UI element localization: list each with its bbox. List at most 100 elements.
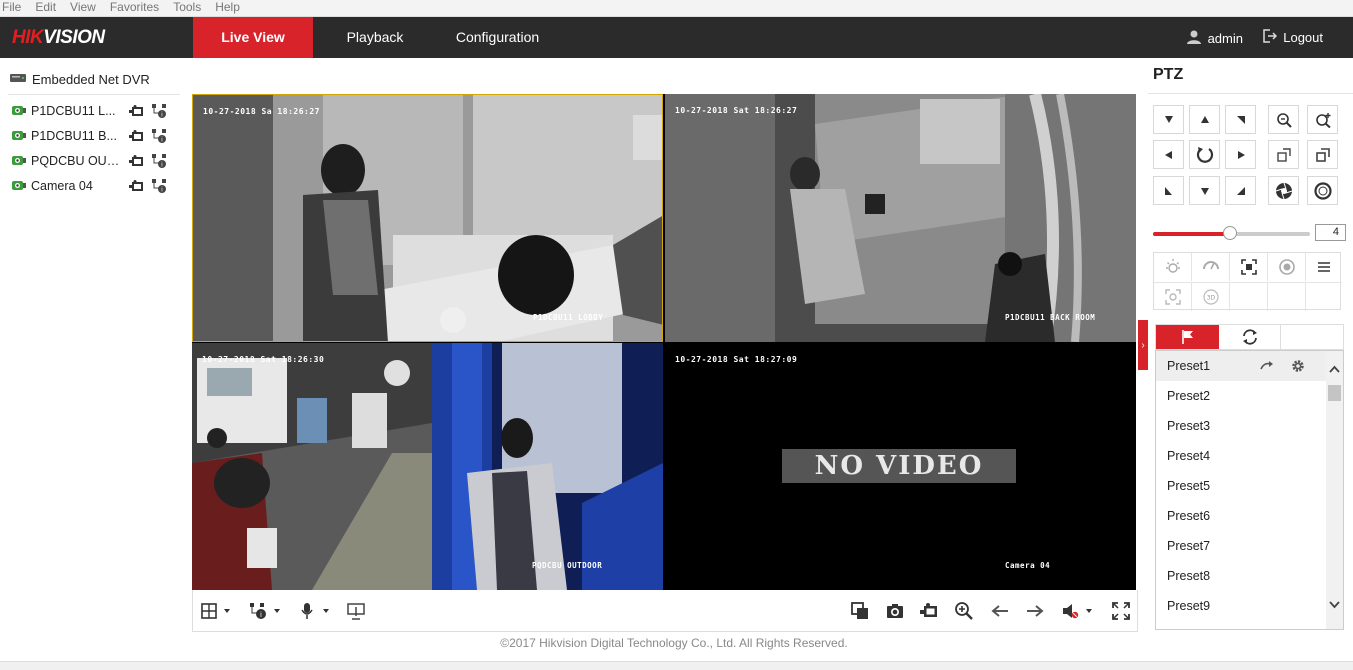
tab-pattern[interactable] <box>1281 325 1343 349</box>
focus-near-button[interactable] <box>1268 140 1299 169</box>
zoom-in-button[interactable] <box>955 601 973 621</box>
menu-edit[interactable]: Edit <box>33 0 62 16</box>
camera-item-3[interactable]: PQDCBU OUT... i <box>12 151 172 171</box>
preset-label: Preset4 <box>1167 449 1211 463</box>
ptz-down-right-button[interactable] <box>1225 176 1256 205</box>
ptz-down-left-button[interactable] <box>1153 176 1184 205</box>
preset-label: Preset1 <box>1167 359 1211 373</box>
auxiliary-focus-button[interactable] <box>1154 283 1192 311</box>
window-split-button[interactable] <box>201 601 231 621</box>
wiper-button[interactable] <box>1192 253 1230 281</box>
iris-open-button[interactable] <box>1307 176 1338 205</box>
next-page-button[interactable] <box>1026 601 1044 621</box>
zoom-out-button[interactable] <box>1268 105 1299 134</box>
lens-init-icon <box>1278 259 1295 275</box>
video-window-1[interactable]: 10-27-2018 Sa 18:26:27 P1DCBU11 LOBBY <box>192 94 663 342</box>
tree-root-dvr[interactable]: Embedded Net DVR <box>10 72 150 87</box>
menu-button[interactable] <box>1306 253 1342 281</box>
stop-all-button[interactable] <box>851 601 869 621</box>
menu-file[interactable]: File <box>0 0 27 16</box>
record-icon[interactable] <box>129 105 145 117</box>
tab-playback[interactable]: Playback <box>330 17 420 58</box>
gear-icon[interactable] <box>1291 359 1305 373</box>
ptz-icon[interactable]: i <box>151 103 167 119</box>
preset-item-8[interactable]: Preset8 <box>1156 561 1328 591</box>
preset-item-7[interactable]: Preset7 <box>1156 531 1328 561</box>
fullscreen-button[interactable] <box>1112 601 1130 621</box>
camera-item-1[interactable]: P1DCBU11 L... i <box>12 101 172 121</box>
preset-item-2[interactable]: Preset2 <box>1156 381 1328 411</box>
menu-view[interactable]: View <box>68 0 102 16</box>
digital-zoom-button[interactable] <box>347 601 365 621</box>
scroll-thumb[interactable] <box>1328 385 1341 401</box>
record-button[interactable] <box>920 601 938 621</box>
ptz-speed-handle[interactable] <box>1222 226 1237 240</box>
ptz-toolbar-button[interactable]: i <box>249 601 283 621</box>
menu-favorites[interactable]: Favorites <box>108 0 165 16</box>
menu-help[interactable]: Help <box>213 0 246 16</box>
ptz-up-right-button[interactable] <box>1225 105 1256 134</box>
video-window-3[interactable]: 10-27-2018 Sat 18:26:30 PQDCBU OUTDOOR <box>192 343 663 590</box>
user-menu[interactable]: admin <box>1186 29 1243 48</box>
record-icon[interactable] <box>129 155 145 167</box>
no-video-label: NO VIDEO <box>782 449 1016 483</box>
tab-live-view[interactable]: Live View <box>193 17 313 58</box>
video-timestamp: 10-27-2018 Sat 18:26:27 <box>675 106 798 115</box>
ptz-up-button[interactable] <box>1189 105 1220 134</box>
tab-preset[interactable] <box>1156 325 1219 349</box>
focus-far-button[interactable] <box>1307 140 1338 169</box>
preset-item-1[interactable]: Preset1 <box>1156 351 1328 381</box>
ptz-auto-button[interactable] <box>1189 140 1220 169</box>
preset-item-9[interactable]: Preset9 <box>1156 591 1328 621</box>
3d-positioning-button[interactable]: 3D <box>1192 283 1230 311</box>
record-icon <box>920 603 937 617</box>
audio-button[interactable] <box>299 601 333 621</box>
ptz-icon[interactable]: i <box>151 128 167 144</box>
arrow-up-left-icon <box>1164 115 1173 123</box>
ptz-icon[interactable]: i <box>151 178 167 194</box>
menu-tools[interactable]: Tools <box>171 0 207 16</box>
camera-item-2[interactable]: P1DCBU11 B... i <box>12 126 172 146</box>
3d-positioning-icon: 3D <box>1202 289 1219 305</box>
next-page-icon <box>1027 605 1044 617</box>
preset-item-6[interactable]: Preset6 <box>1156 501 1328 531</box>
fullscreen-icon <box>1112 602 1130 620</box>
scroll-down-icon[interactable] <box>1329 601 1340 609</box>
arrow-left-icon <box>1164 150 1172 159</box>
ptz-down-button[interactable] <box>1189 176 1220 205</box>
capture-button[interactable] <box>886 601 904 621</box>
light-button[interactable] <box>1154 253 1192 281</box>
logout-button[interactable]: Logout <box>1263 29 1323 46</box>
panel-collapse-toggle[interactable]: › <box>1138 320 1148 370</box>
ptz-left-button[interactable] <box>1153 140 1184 169</box>
preset-label: Preset2 <box>1167 389 1211 403</box>
one-touch-focus-button[interactable] <box>1230 253 1268 281</box>
preset-item-4[interactable]: Preset4 <box>1156 441 1328 471</box>
record-icon[interactable] <box>129 180 145 192</box>
arrow-down-right-icon <box>1236 186 1245 195</box>
ptz-icon[interactable]: i <box>151 153 167 169</box>
video-timestamp: 10-27-2018 Sat 18:26:30 <box>202 355 325 364</box>
zoom-in-ptz-button[interactable] <box>1307 105 1338 134</box>
function-empty-3 <box>1306 283 1342 311</box>
username: admin <box>1207 31 1243 46</box>
preset-item-5[interactable]: Preset5 <box>1156 471 1328 501</box>
ptz-up-left-button[interactable] <box>1153 105 1184 134</box>
call-preset-icon[interactable] <box>1260 360 1274 372</box>
record-icon[interactable] <box>129 130 145 142</box>
tab-configuration[interactable]: Configuration <box>440 17 555 58</box>
iris-close-button[interactable] <box>1268 176 1299 205</box>
ptz-right-button[interactable] <box>1225 140 1256 169</box>
video-window-4[interactable]: 10-27-2018 Sat 18:27:09 NO VIDEO Camera … <box>665 343 1136 590</box>
preset-scrollbar[interactable] <box>1326 351 1343 629</box>
volume-button[interactable] <box>1061 601 1097 621</box>
auto-focus-icon <box>1240 259 1257 275</box>
tab-patrol[interactable] <box>1219 325 1281 349</box>
previous-page-button[interactable] <box>991 601 1009 621</box>
scroll-up-icon[interactable] <box>1329 365 1340 373</box>
arrow-down-left-icon <box>1164 186 1172 195</box>
video-window-2[interactable]: 10-27-2018 Sat 18:26:27 P1DCBU11 BACK RO… <box>665 94 1136 342</box>
camera-item-4[interactable]: Camera 04 i <box>12 176 172 196</box>
preset-item-3[interactable]: Preset3 <box>1156 411 1328 441</box>
lens-init-button[interactable] <box>1268 253 1306 281</box>
